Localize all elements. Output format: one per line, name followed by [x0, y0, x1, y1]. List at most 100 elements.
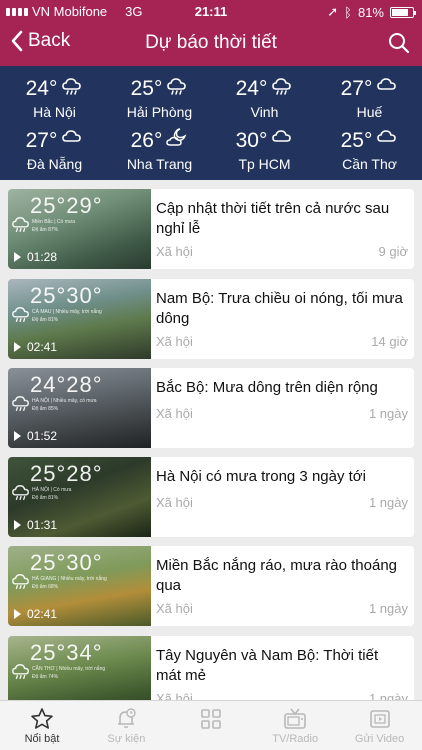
city-weather-item[interactable]: 27° Đà Nẵng	[2, 128, 107, 172]
tab-tv[interactable]: TV/Radio	[253, 701, 337, 750]
tab-alarm[interactable]: Sự kiện	[84, 701, 168, 750]
location-arrow-icon: ➚	[327, 4, 339, 19]
video-list-item[interactable]: 25°30° HÀ GIANG | Nhiều mây, trời nắng Đ…	[8, 546, 414, 626]
rain-cloud-icon	[11, 215, 31, 233]
city-temp: 24°	[235, 77, 268, 100]
video-category: Xã hội	[156, 244, 193, 259]
city-weather-item[interactable]: 24° Hà Nội	[2, 76, 107, 120]
city-name: Vinh	[250, 104, 279, 120]
cloud-icon	[376, 128, 398, 154]
video-duration: 02:41	[14, 607, 57, 621]
duration-label: 02:41	[27, 607, 58, 621]
city-temp: 27°	[25, 129, 58, 152]
video-title[interactable]: Nam Bộ: Trưa chiều oi nóng, tối mưa dông	[156, 289, 406, 329]
city-temp: 30°	[235, 129, 268, 152]
city-weather-item[interactable]: 30° Tp HCM	[212, 128, 317, 172]
battery-icon	[390, 6, 416, 18]
city-name: Huế	[356, 104, 383, 120]
video-list-item[interactable]: 25°30° CÀ MAU | Nhiều mây, trời nắng Độ …	[8, 279, 414, 359]
video-title[interactable]: Tây Nguyên và Nam Bộ: Thời tiết mát mẻ	[156, 646, 406, 686]
video-category: Xã hội	[156, 334, 193, 349]
rain-cloud-icon	[11, 662, 31, 680]
cloud-icon	[376, 76, 398, 102]
tab-video-upload[interactable]: Gửi Video	[338, 701, 422, 750]
video-category: Xã hội	[156, 691, 193, 700]
page-title: Dự báo thời tiết	[145, 32, 277, 53]
video-list-item[interactable]: 25°34° CẦN THƠ | Nhiều mây, trời nắng Độ…	[8, 636, 414, 700]
video-duration: 02:41	[14, 340, 57, 354]
city-temp: 26°	[130, 129, 163, 152]
thumbnail-region: Miền Bắc | Có mưa	[32, 219, 75, 225]
cloud-icon	[61, 128, 83, 154]
rain-cloud-icon	[166, 76, 188, 102]
thumbnail-region: HÀ GIANG | Nhiều mây, trời nắng	[32, 576, 107, 582]
video-thumbnail[interactable]: 25°30° HÀ GIANG | Nhiều mây, trời nắng Đ…	[8, 546, 151, 626]
tab-star[interactable]: Nổi bật	[0, 701, 84, 750]
video-title[interactable]: Bắc Bộ: Mưa dông trên diện rộng	[156, 378, 406, 398]
city-weather-item[interactable]: 25° Hải Phòng	[107, 76, 212, 120]
video-upload-icon	[338, 707, 422, 731]
thumbnail-temperature: 25°28°	[30, 461, 103, 486]
video-duration: 01:31	[14, 518, 57, 532]
search-icon[interactable]	[388, 32, 410, 54]
rain-cloud-icon	[61, 76, 83, 102]
video-thumbnail[interactable]: 25°28° HÀ NỘI | Có mưa Độ ẩm 81% 01:31	[8, 457, 151, 537]
video-list-item[interactable]: 25°29° Miền Bắc | Có mưa Độ ẩm 87% 01:28…	[8, 189, 414, 269]
video-title[interactable]: Hà Nội có mưa trong 3 ngày tới	[156, 467, 406, 487]
thumbnail-temperature: 25°29°	[30, 193, 103, 218]
city-name: Hải Phòng	[126, 104, 193, 120]
city-name: Đà Nẵng	[26, 156, 83, 172]
video-thumbnail[interactable]: 25°30° CÀ MAU | Nhiều mây, trời nắng Độ …	[8, 279, 151, 359]
video-list-item[interactable]: 25°28° HÀ NỘI | Có mưa Độ ẩm 81% 01:31 H…	[8, 457, 414, 537]
city-name: Nha Trang	[126, 156, 193, 172]
thumbnail-region: CÀ MAU | Nhiều mây, trời nắng	[32, 309, 102, 315]
city-weather-panel: 24° Hà Nội 25° Hải Phòng 24° Vinh 27° Huế 27° Đà …	[0, 66, 422, 180]
video-thumbnail[interactable]: 25°29° Miền Bắc | Có mưa Độ ẩm 87% 01:28	[8, 189, 151, 269]
grid-icon	[169, 707, 253, 731]
video-duration: 01:28	[14, 250, 57, 264]
video-time-ago: 1 ngày	[368, 495, 408, 510]
thumbnail-humidity: Độ ẩm 85%	[32, 406, 59, 412]
cloud-icon	[271, 128, 293, 154]
video-title[interactable]: Cập nhật thời tiết trên cả nước sau nghỉ…	[156, 199, 406, 239]
video-time-ago: 1 ngày	[368, 601, 408, 616]
city-weather-item[interactable]: 24° Vinh	[212, 76, 317, 120]
thumbnail-temperature: 24°28°	[30, 372, 103, 397]
video-thumbnail[interactable]: 24°28° HÀ NỘI | Nhiều mây, có mưa Độ ẩm …	[8, 368, 151, 448]
city-name: Cần Thơ	[342, 156, 397, 172]
thumbnail-region: HÀ NỘI | Có mưa	[32, 487, 72, 493]
bluetooth-icon: ᛒ	[344, 4, 352, 20]
rain-cloud-icon	[11, 483, 31, 501]
thumbnail-humidity: Độ ẩm 81%	[32, 495, 59, 501]
play-icon	[14, 520, 21, 530]
city-weather-item[interactable]: 25° Cần Thơ	[317, 128, 422, 172]
moon-cloud-icon	[166, 128, 188, 154]
city-weather-item[interactable]: 27° Huế	[317, 76, 422, 120]
city-weather-item[interactable]: 26° Nha Trang	[107, 128, 212, 172]
tab-grid[interactable]	[169, 701, 253, 750]
thumbnail-humidity: Độ ẩm 87%	[32, 227, 59, 233]
play-icon	[14, 252, 21, 262]
nav-bar: Back Dự báo thời tiết	[0, 24, 422, 64]
video-title[interactable]: Miền Bắc nắng ráo, mưa rào thoáng qua	[156, 556, 406, 596]
video-list: 25°29° Miền Bắc | Có mưa Độ ẩm 87% 01:28…	[0, 180, 422, 700]
thumbnail-region: CẦN THƠ | Nhiều mây, trời nắng	[32, 666, 106, 672]
rain-cloud-icon	[11, 572, 31, 590]
play-icon	[14, 342, 21, 352]
play-icon	[14, 431, 21, 441]
duration-label: 01:31	[27, 518, 58, 532]
video-list-item[interactable]: 24°28° HÀ NỘI | Nhiều mây, có mưa Độ ẩm …	[8, 368, 414, 448]
city-temp: 25°	[130, 77, 163, 100]
tab-bar: Nổi bật Sự kiện TV/Radio Gửi Video	[0, 700, 422, 750]
video-thumbnail[interactable]: 25°34° CẦN THƠ | Nhiều mây, trời nắng Độ…	[8, 636, 151, 700]
video-duration: 01:52	[14, 429, 57, 443]
city-name: Tp HCM	[238, 156, 291, 172]
status-bar: VN Mobifone 3G 21:11 ➚ ᛒ 81%	[0, 0, 422, 22]
video-time-ago: 1 ngày	[368, 406, 408, 421]
thumbnail-humidity: Độ ẩm 68%	[32, 584, 59, 590]
video-time-ago: 14 giờ	[371, 334, 408, 349]
thumbnail-region: HÀ NỘI | Nhiều mây, có mưa	[32, 398, 97, 404]
app-header: VN Mobifone 3G 21:11 ➚ ᛒ 81% Back Dự báo…	[0, 0, 422, 66]
thumbnail-humidity: Độ ẩm 74%	[32, 674, 59, 680]
play-icon	[14, 609, 21, 619]
